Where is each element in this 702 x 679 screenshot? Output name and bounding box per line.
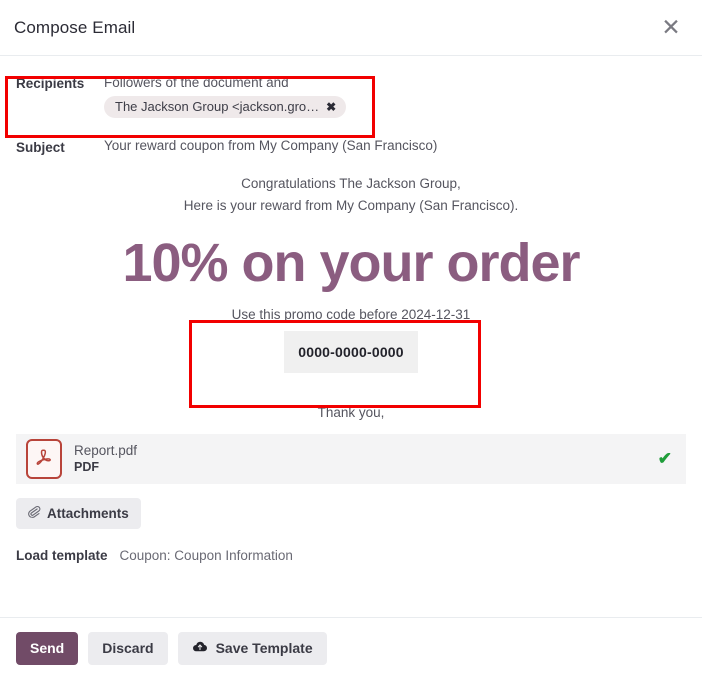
promo-code-value: 0000-0000-0000 xyxy=(284,331,418,373)
send-button[interactable]: Send xyxy=(16,632,79,665)
recipient-chip[interactable]: The Jackson Group <jackson.gro… ✖ xyxy=(104,96,347,118)
subject-label: Subject xyxy=(16,140,65,155)
attachments-button[interactable]: Attachments xyxy=(16,498,141,529)
closing-text: Thank you, xyxy=(317,405,385,420)
greeting-line-1: Congratulations The Jackson Group, xyxy=(241,176,461,191)
greeting-line-2: Here is your reward from My Company (San… xyxy=(183,198,519,213)
attachment-meta: Report.pdf PDF xyxy=(74,443,137,475)
followers-text: Followers of the document and xyxy=(104,75,289,90)
page-title: Compose Email xyxy=(14,17,136,37)
promo-instruction: Use this promo code before 2024-12-31 xyxy=(231,307,471,322)
dialog-header: Compose Email ✕ xyxy=(0,0,702,56)
attachment-item[interactable]: Report.pdf PDF ✔ xyxy=(16,434,686,484)
subject-input[interactable]: Your reward coupon from My Company (San … xyxy=(104,138,686,153)
recipients-label: Recipients xyxy=(16,76,85,91)
load-template-label: Load template xyxy=(16,548,108,563)
dialog-body: Recipients Followers of the document and… xyxy=(0,56,702,617)
email-body-editor[interactable]: Congratulations The Jackson Group, Here … xyxy=(0,173,702,420)
recipient-chip-label: The Jackson Group <jackson.gro… xyxy=(115,99,320,114)
load-template-row: Load template Coupon: Coupon Information xyxy=(0,548,702,563)
subject-row: Subject Your reward coupon from My Compa… xyxy=(0,138,702,155)
recipients-row: Recipients Followers of the document and… xyxy=(0,74,702,118)
recipients-value[interactable]: Followers of the document and The Jackso… xyxy=(104,74,686,118)
dialog-footer: Send Discard Save Template xyxy=(0,617,702,679)
attachment-filename: Report.pdf xyxy=(74,443,138,458)
cloud-upload-icon xyxy=(192,640,208,656)
discard-button[interactable]: Discard xyxy=(88,632,168,665)
compose-email-dialog: Compose Email ✕ Recipients Followers of … xyxy=(0,0,702,679)
load-template-select[interactable]: Coupon: Coupon Information xyxy=(120,548,293,563)
pdf-file-icon xyxy=(26,439,62,479)
close-icon[interactable]: ✕ xyxy=(656,13,686,43)
paperclip-icon xyxy=(26,504,42,522)
promo-section: Use this promo code before 2024-12-31 00… xyxy=(205,299,497,383)
attachments-button-label: Attachments xyxy=(47,505,129,521)
offer-headline: 10% on your order xyxy=(122,233,580,293)
upload-success-check-icon: ✔ xyxy=(657,449,672,468)
save-template-button[interactable]: Save Template xyxy=(177,632,327,665)
attachment-filetype: PDF xyxy=(74,460,99,474)
save-template-label: Save Template xyxy=(215,640,313,656)
remove-recipient-icon[interactable]: ✖ xyxy=(326,101,336,113)
